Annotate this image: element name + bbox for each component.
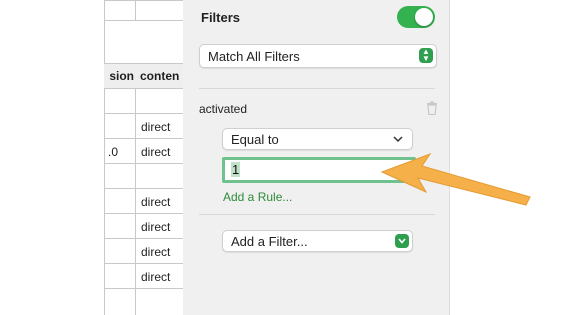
divider — [199, 88, 435, 89]
stepper-icon: ▲ ▼ — [419, 48, 433, 63]
add-rule-link[interactable]: Add a Rule... — [223, 190, 292, 204]
toggle-knob — [415, 8, 433, 26]
filter-column-label: activated — [199, 102, 248, 116]
column-header-version[interactable]: sion — [104, 69, 134, 83]
table-cell[interactable]: direct — [141, 245, 170, 259]
table-cell[interactable]: direct — [141, 120, 170, 134]
grid-line — [104, 88, 183, 89]
operator-label: Equal to — [231, 132, 279, 147]
table-cell[interactable]: direct — [141, 220, 170, 234]
grid-line — [104, 113, 183, 114]
grid-line — [135, 0, 136, 20]
grid-line — [104, 138, 183, 139]
grid-line — [104, 0, 105, 315]
match-filters-label: Match All Filters — [208, 49, 300, 64]
divider — [199, 214, 435, 215]
grid-line — [104, 0, 183, 1]
grid-line — [104, 163, 183, 164]
table-cell[interactable]: .0 — [108, 145, 118, 159]
chevron-down-icon — [393, 136, 403, 143]
grid-line — [104, 63, 183, 64]
grid-line — [135, 63, 136, 315]
annotation-arrow-icon — [380, 152, 531, 206]
filters-toggle[interactable] — [397, 6, 435, 28]
spreadsheet-grid: sion conten direct .0 direct direct dire… — [0, 0, 183, 315]
grid-line — [104, 238, 183, 239]
column-headers: sion conten — [104, 63, 183, 88]
column-header-content[interactable]: conten — [140, 69, 183, 83]
grid-line — [104, 20, 183, 21]
chevron-down-icon — [395, 234, 409, 248]
grid-line — [104, 288, 183, 289]
match-filters-select[interactable]: Match All Filters ▲ ▼ — [199, 44, 437, 68]
trash-icon[interactable] — [426, 101, 438, 115]
grid-line — [104, 263, 183, 264]
table-cell[interactable]: direct — [141, 270, 170, 284]
table-cell[interactable]: direct — [141, 195, 170, 209]
table-cell[interactable]: direct — [141, 145, 170, 159]
add-filter-select[interactable]: Add a Filter... — [222, 230, 413, 252]
filter-value-text: 1 — [231, 162, 241, 177]
grid-line — [104, 213, 183, 214]
grid-line — [104, 188, 183, 189]
panel-title: Filters — [201, 10, 241, 25]
add-filter-label: Add a Filter... — [231, 234, 308, 249]
operator-select[interactable]: Equal to — [222, 128, 413, 150]
